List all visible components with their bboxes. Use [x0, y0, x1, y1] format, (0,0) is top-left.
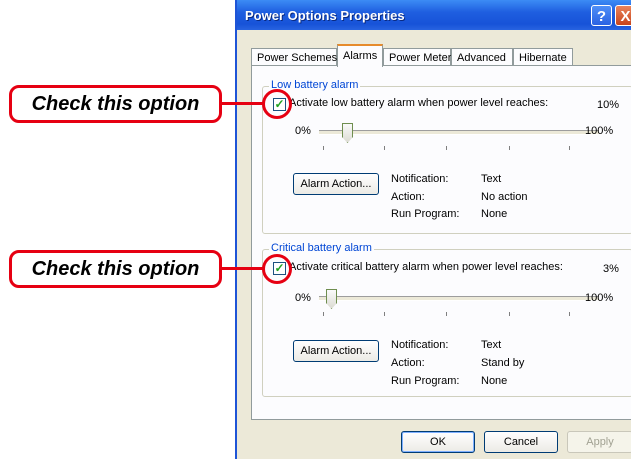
window-title: Power Options Properties: [245, 8, 405, 23]
low-battery-group: Low battery alarm ✓ Activate low battery…: [262, 79, 631, 234]
close-button[interactable]: X: [615, 5, 631, 26]
callout-check-low-alarm: Check this option: [9, 85, 222, 123]
critical-slider-max-label: 100%: [585, 292, 614, 304]
low-alarm-action-button[interactable]: Alarm Action...: [293, 173, 379, 195]
slider-tick: [384, 146, 385, 150]
tab-power-schemes[interactable]: Power Schemes: [251, 48, 337, 66]
slider-tick: [446, 146, 447, 150]
low-slider-max-label: 100%: [585, 125, 614, 137]
low-run-program-value: None: [481, 208, 508, 220]
highlight-ring: [262, 89, 292, 119]
ok-button[interactable]: OK: [401, 431, 475, 453]
critical-notification-value: Text: [481, 339, 502, 351]
tab-power-meter[interactable]: Power Meter: [383, 48, 451, 66]
critical-battery-group: Critical battery alarm ✓ Activate critic…: [262, 242, 631, 397]
critical-slider-min-label: 0%: [295, 292, 311, 304]
critical-run-program-label: Run Program:: [391, 375, 460, 387]
callout-connector: [221, 267, 265, 270]
slider-tick: [569, 312, 570, 316]
low-alarm-checkbox-label: Activate low battery alarm when power le…: [289, 97, 549, 109]
low-action-label: Action:: [391, 191, 425, 203]
tab-advanced[interactable]: Advanced: [451, 48, 513, 66]
low-alarm-level: 10%: [597, 99, 620, 111]
critical-battery-group-title: Critical battery alarm: [269, 242, 374, 254]
low-notification-value: Text: [481, 173, 502, 185]
apply-button[interactable]: Apply: [567, 431, 631, 453]
critical-action-value: Stand by: [481, 357, 525, 369]
cancel-button[interactable]: Cancel: [484, 431, 558, 453]
slider-tick: [569, 146, 570, 150]
critical-action-label: Action:: [391, 357, 425, 369]
critical-alarm-level: 3%: [603, 263, 619, 275]
slider-tick: [384, 312, 385, 316]
slider-tick: [323, 312, 324, 316]
low-slider-min-label: 0%: [295, 125, 311, 137]
low-alarm-slider-track[interactable]: [319, 130, 599, 135]
low-notification-label: Notification:: [391, 173, 449, 185]
slider-tick: [446, 312, 447, 316]
critical-notification-label: Notification:: [391, 339, 449, 351]
power-options-dialog: Power Options Properties ? X Power Schem…: [235, 0, 631, 459]
help-button[interactable]: ?: [591, 5, 612, 26]
callout-check-critical-alarm: Check this option: [9, 250, 222, 288]
critical-run-program-value: None: [481, 375, 508, 387]
critical-alarm-slider-thumb[interactable]: [326, 289, 337, 309]
critical-alarm-checkbox-label: Activate critical battery alarm when pow…: [289, 261, 563, 273]
highlight-ring: [262, 254, 292, 284]
low-action-value: No action: [481, 191, 528, 203]
slider-tick: [509, 312, 510, 316]
critical-alarm-action-button[interactable]: Alarm Action...: [293, 340, 379, 362]
tab-alarms[interactable]: Alarms: [337, 44, 383, 67]
low-alarm-slider-thumb[interactable]: [342, 123, 353, 143]
callout-connector: [221, 102, 265, 105]
slider-tick: [323, 146, 324, 150]
low-run-program-label: Run Program:: [391, 208, 460, 220]
tab-hibernate[interactable]: Hibernate: [513, 48, 573, 66]
slider-tick: [509, 146, 510, 150]
critical-alarm-slider-track[interactable]: [319, 296, 599, 301]
title-bar[interactable]: Power Options Properties ? X: [237, 0, 631, 30]
